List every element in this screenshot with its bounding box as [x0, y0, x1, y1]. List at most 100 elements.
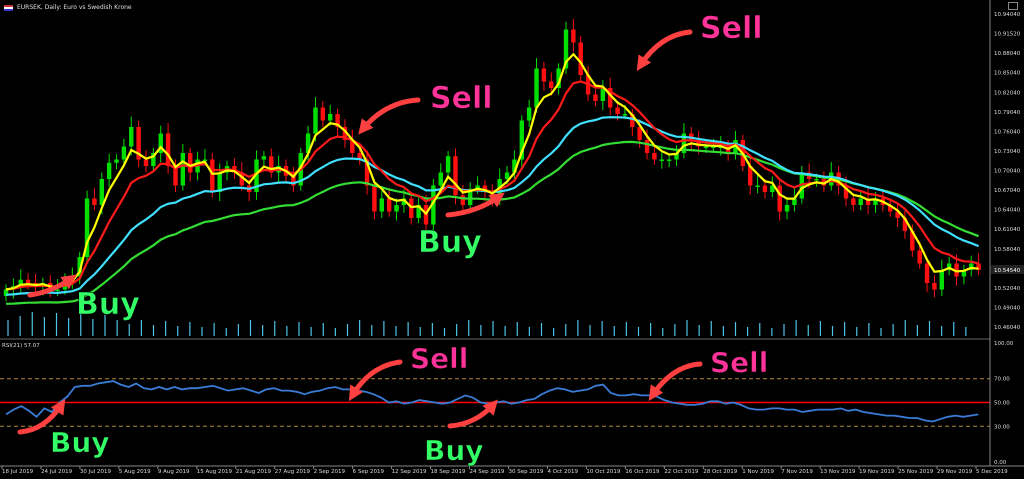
candle-body	[92, 198, 97, 205]
candle-body	[320, 107, 326, 121]
price-tick-label: 10.91520	[994, 32, 1021, 38]
chart-canvas: 10.94040 10.91520 10.88040 10.85040 10.82040…	[0, 0, 1024, 475]
candle-body	[777, 185, 782, 212]
window-close-icon[interactable]	[1008, 2, 1018, 10]
time-tick-label: 18 Jul 2019	[2, 469, 34, 475]
candle-body	[858, 198, 863, 205]
candle-body	[386, 198, 392, 212]
candle-body	[188, 153, 193, 173]
candle-body	[578, 42, 583, 75]
candle-body	[593, 94, 598, 101]
candle-body	[549, 81, 554, 88]
candle-body	[210, 159, 215, 192]
candle-body	[652, 153, 657, 160]
price-tick-label: 10.79040	[994, 110, 1021, 116]
rsi-sell-label-1: Sell	[410, 342, 468, 375]
candle-body	[615, 107, 620, 114]
candle-body	[106, 162, 112, 179]
time-tick-label: 16 Oct 2019	[625, 469, 660, 475]
rsi-buy-arrow-2	[447, 399, 499, 429]
price-buy-label-1: Buy	[76, 287, 140, 322]
time-tick-label: 24 Jul 2019	[41, 469, 73, 475]
time-tick-label: 5 Dec 2019	[976, 469, 1008, 475]
candle-body	[394, 205, 399, 212]
candle-body	[438, 172, 443, 186]
rsi-buy-label-2: Buy	[424, 434, 484, 467]
candle-body	[932, 283, 937, 290]
candle-body	[379, 198, 384, 212]
candle-body	[526, 107, 532, 121]
time-tick-label: 22 Oct 2019	[664, 469, 699, 475]
time-tick-label: 5 Aug 2019	[119, 469, 151, 475]
candle-body	[143, 159, 149, 166]
time-tick-label: 10 Oct 2019	[586, 469, 621, 475]
candle-body	[939, 270, 944, 290]
candle-body	[755, 185, 760, 187]
candle-body	[924, 263, 930, 283]
price-sell-arrow-1	[358, 97, 421, 135]
time-tick-label: 12 Sep 2019	[392, 469, 427, 475]
price-buy-label-2: Buy	[418, 225, 482, 260]
rsi-tick-label: 30.00	[994, 424, 1010, 430]
time-tick-label: 4 Oct 2019	[547, 469, 578, 475]
time-tick-label: 6 Sep 2019	[353, 469, 385, 475]
candle-body	[703, 146, 709, 148]
time-tick-label: 19 Nov 2019	[859, 469, 895, 475]
rsi-sell-arrow-2	[648, 361, 703, 401]
time-tick-label: 13 Nov 2019	[820, 469, 856, 475]
candle-body	[445, 156, 451, 173]
price-sell-arrow-2	[636, 29, 693, 72]
candle-body	[121, 146, 127, 160]
last-price-label: 10.54540	[994, 268, 1021, 274]
time-tick-label: 21 Aug 2019	[236, 469, 272, 475]
time-tick-label: 7 Nov 2019	[781, 469, 813, 475]
candle-body	[313, 107, 318, 134]
candle-body	[534, 68, 539, 108]
candle-body	[460, 195, 466, 205]
ema-slow-green-line	[5, 140, 980, 305]
price-tick-label: 10.61040	[994, 227, 1021, 233]
candle-body	[851, 198, 856, 205]
time-tick-label: 18 Sep 2019	[431, 469, 466, 475]
candle-body	[644, 140, 650, 153]
rsi-tick-label: 50.00	[994, 401, 1010, 407]
candle-body	[541, 68, 547, 82]
time-tick-label: 24 Sep 2019	[470, 469, 505, 475]
rsi-tick-label: 0.00	[994, 460, 1007, 466]
symbol-flag-icon	[4, 4, 13, 11]
rsi-tick-label: 70.00	[994, 377, 1010, 383]
candle-body	[409, 198, 414, 218]
candle-body	[666, 159, 672, 161]
price-tick-label: 10.52040	[994, 286, 1021, 292]
price-tick-label: 10.46040	[994, 325, 1021, 331]
price-tick-label: 10.64040	[994, 208, 1021, 214]
time-tick-label: 30 Sep 2019	[508, 469, 543, 475]
candle-body	[165, 133, 171, 166]
rsi-tick-label: 100.00	[994, 341, 1014, 347]
time-tick-label: 9 Aug 2019	[158, 469, 190, 475]
rsi-header: RSI(21) 57.07	[2, 343, 40, 349]
candle-body	[504, 172, 510, 179]
price-tick-label: 10.73040	[994, 149, 1021, 155]
candle-body	[659, 159, 664, 161]
candle-body	[814, 179, 819, 181]
candle-body	[180, 153, 186, 186]
candle-body	[99, 179, 104, 205]
time-tick-label: 15 Aug 2019	[197, 469, 233, 475]
price-tick-label: 10.88040	[994, 51, 1021, 57]
price-tick-label: 10.82040	[994, 90, 1021, 96]
price-tick-label: 10.94040	[994, 12, 1021, 18]
candle-body	[25, 279, 31, 283]
time-tick-label: 1 Nov 2019	[742, 469, 774, 475]
price-sell-label-2: Sell	[700, 11, 763, 46]
rsi-buy-label-1: Buy	[50, 426, 110, 459]
time-tick-label: 29 Nov 2019	[937, 469, 973, 475]
price-sell-label-1: Sell	[430, 81, 493, 116]
candle-body	[328, 114, 333, 121]
price-tick-label: 10.58040	[994, 247, 1021, 253]
time-tick-label: 28 Oct 2019	[703, 469, 738, 475]
candle-body	[622, 114, 628, 116]
price-tick-label: 10.49040	[994, 305, 1021, 311]
time-tick-label: 27 Aug 2019	[275, 469, 311, 475]
chart-header: EURSEK, Daily: Euro vs Swedish Krone	[4, 4, 132, 11]
